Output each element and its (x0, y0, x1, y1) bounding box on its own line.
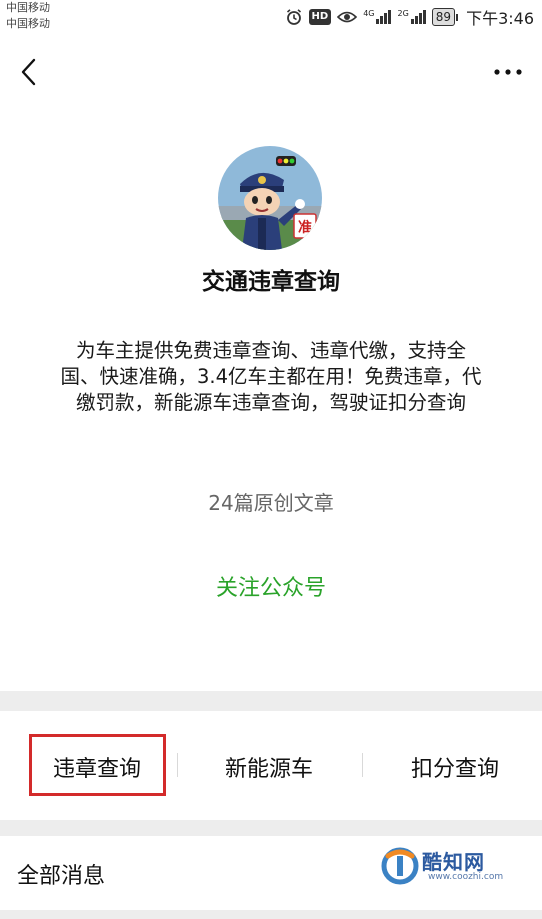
carrier-2: 中国移动 (6, 17, 50, 30)
account-menu: 违章查询 新能源车 扣分查询 (0, 711, 542, 820)
battery-level: 89 (431, 8, 456, 26)
account-name: 交通违章查询 (202, 269, 340, 295)
svg-text:准: 准 (298, 219, 312, 236)
section-separator (0, 910, 542, 919)
hd-icon: HD (308, 9, 332, 25)
watermark-brand: 酷知网 (422, 850, 485, 874)
menu-divider (177, 753, 178, 777)
original-articles-count[interactable]: 24篇原创文章 (0, 487, 542, 516)
more-button[interactable] (488, 52, 528, 92)
battery-icon: 89 (431, 8, 459, 26)
menu-item-violation-query[interactable]: 违章查询 (30, 749, 164, 785)
chevron-left-icon (21, 58, 36, 86)
police-mascot-avatar-icon: 准 (218, 146, 322, 250)
account-description: 为车主提供免费违章查询、违章代缴，支持全国、快速准确，3.4亿车主都在用！免费违… (60, 339, 482, 414)
watermark: 酷知网 www.coozhi.com (380, 842, 530, 892)
back-button[interactable] (8, 52, 48, 92)
clock: 下午3:46 (466, 9, 534, 28)
nav-bar (0, 44, 542, 100)
status-icons: HD 4G 2G 89 下午3:46 (285, 6, 534, 28)
status-bar: 中国移动 中国移动 HD 4G 2G 89 下午3:46 (0, 0, 542, 34)
section-separator (0, 820, 542, 836)
watermark-url: www.coozhi.com (428, 872, 504, 882)
alarm-icon (285, 8, 303, 26)
menu-item-new-energy-vehicle[interactable]: 新能源车 (196, 749, 342, 785)
carrier-1: 中国移动 (6, 1, 50, 14)
signal-2g-icon: 2G (397, 10, 426, 24)
follow-button[interactable]: 关注公众号 (0, 570, 542, 602)
signal-4g-icon: 4G (363, 10, 392, 24)
coozhi-logo-icon (381, 847, 419, 885)
more-dots-icon (494, 69, 522, 75)
all-messages-label[interactable]: 全部消息 (17, 858, 105, 890)
section-separator (0, 691, 542, 711)
menu-item-points-query[interactable]: 扣分查询 (382, 749, 528, 785)
menu-divider (362, 753, 363, 777)
account-avatar[interactable]: 准 (218, 146, 322, 250)
eye-icon (337, 10, 358, 24)
